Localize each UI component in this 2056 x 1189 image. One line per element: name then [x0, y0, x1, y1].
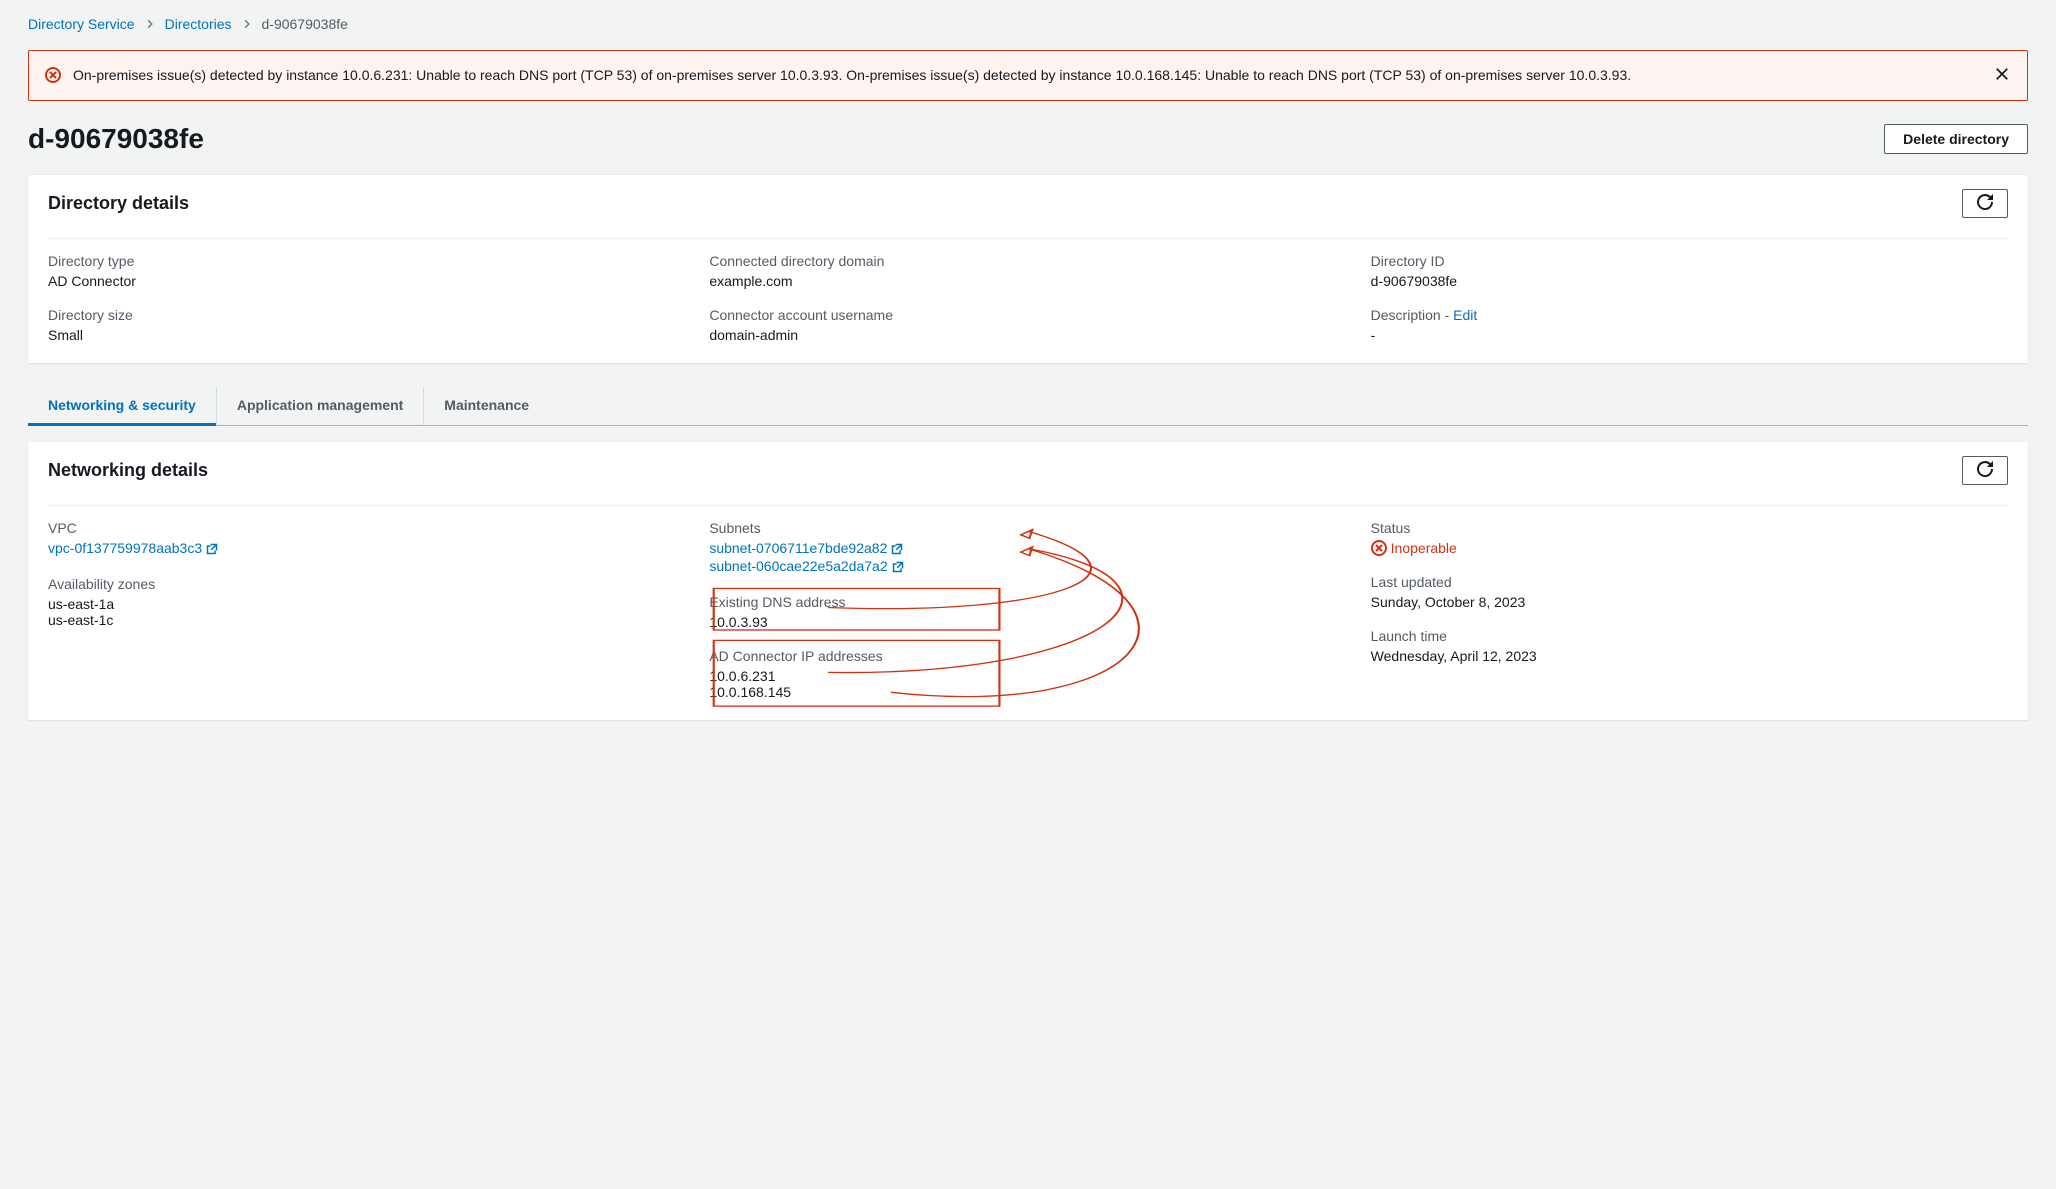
chevron-right-icon — [145, 16, 155, 32]
description-edit-link[interactable]: Edit — [1453, 307, 1477, 323]
refresh-icon — [1977, 461, 1993, 477]
username-value: domain-admin — [709, 327, 1346, 343]
last-updated-value: Sunday, October 8, 2023 — [1371, 594, 2008, 610]
external-link-icon — [891, 542, 903, 558]
page-title: d-90679038fe — [28, 123, 204, 155]
error-icon — [1371, 540, 1387, 556]
close-icon[interactable] — [1993, 65, 2011, 86]
alert-message: On-premises issue(s) detected by instanc… — [73, 65, 1981, 86]
refresh-icon — [1977, 194, 1993, 210]
detail-tabs: Networking & security Application manage… — [28, 387, 2028, 426]
chevron-right-icon — [242, 16, 252, 32]
adip-values: 10.0.6.231 10.0.168.145 — [709, 668, 1346, 700]
directory-size-value: Small — [48, 327, 685, 343]
directory-details-panel: Directory details Directory type AD Conn… — [28, 175, 2028, 363]
error-alert: On-premises issue(s) detected by instanc… — [28, 50, 2028, 101]
networking-details-panel: Networking details VPC vpc-0f137759978aa… — [28, 442, 2028, 720]
directory-type-value: AD Connector — [48, 273, 685, 289]
dns-value: 10.0.3.93 — [709, 614, 1346, 630]
az-values: us-east-1a us-east-1c — [48, 596, 685, 628]
subnet-link[interactable]: subnet-0706711e7bde92a82 — [709, 540, 903, 556]
breadcrumb: Directory Service Directories d-90679038… — [28, 16, 2028, 32]
domain-label: Connected directory domain — [709, 253, 1346, 269]
external-link-icon — [206, 542, 218, 558]
dns-label: Existing DNS address — [709, 594, 1346, 610]
status-value: Inoperable — [1371, 540, 2008, 556]
external-link-icon — [892, 560, 904, 576]
directory-id-label: Directory ID — [1371, 253, 2008, 269]
tab-application-management[interactable]: Application management — [216, 387, 423, 425]
directory-id-value: d-90679038fe — [1371, 273, 2008, 289]
launch-time-value: Wednesday, April 12, 2023 — [1371, 648, 2008, 664]
refresh-button[interactable] — [1962, 456, 2008, 485]
last-updated-label: Last updated — [1371, 574, 2008, 590]
adip-label: AD Connector IP addresses — [709, 648, 1346, 664]
subnets-label: Subnets — [709, 520, 1346, 536]
vpc-link[interactable]: vpc-0f137759978aab3c3 — [48, 540, 218, 556]
description-value: - — [1371, 327, 2008, 343]
breadcrumb-current: d-90679038fe — [262, 16, 348, 32]
error-icon — [45, 67, 61, 86]
tab-networking-security[interactable]: Networking & security — [28, 387, 216, 426]
breadcrumb-service-link[interactable]: Directory Service — [28, 16, 135, 32]
domain-value: example.com — [709, 273, 1346, 289]
directory-details-header: Directory details — [48, 193, 189, 214]
description-label: Description - Edit — [1371, 307, 2008, 323]
networking-details-header: Networking details — [48, 460, 208, 481]
directory-type-label: Directory type — [48, 253, 685, 269]
subnet-link[interactable]: subnet-060cae22e5a2da7a2 — [709, 558, 903, 574]
delete-directory-button[interactable]: Delete directory — [1884, 124, 2028, 154]
refresh-button[interactable] — [1962, 189, 2008, 218]
tab-maintenance[interactable]: Maintenance — [423, 387, 549, 425]
directory-size-label: Directory size — [48, 307, 685, 323]
breadcrumb-directories-link[interactable]: Directories — [165, 16, 232, 32]
launch-time-label: Launch time — [1371, 628, 2008, 644]
username-label: Connector account username — [709, 307, 1346, 323]
status-label: Status — [1371, 520, 2008, 536]
az-label: Availability zones — [48, 576, 685, 592]
vpc-label: VPC — [48, 520, 685, 536]
